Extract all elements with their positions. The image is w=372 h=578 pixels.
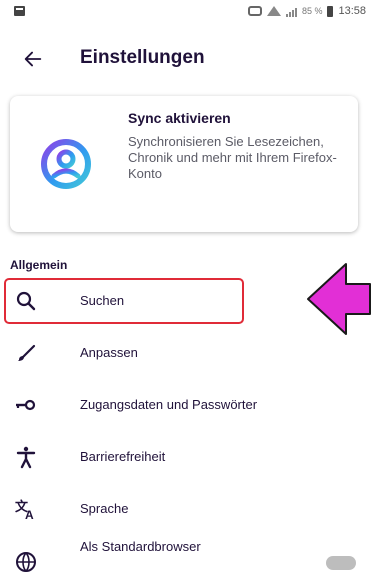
key-icon — [16, 399, 36, 411]
annotation-arrow-icon — [307, 263, 371, 335]
back-arrow-icon[interactable] — [22, 48, 44, 70]
status-bar: 85 % 13:58 — [0, 0, 372, 28]
sync-description: Synchronisieren Sie Lesezeichen, Chronik… — [128, 134, 337, 181]
settings-item-label: Als Standardbrowser — [80, 539, 201, 554]
battery-icon — [327, 5, 334, 17]
account-avatar-icon — [41, 139, 91, 189]
clock: 13:58 — [338, 5, 366, 17]
sync-title: Sync aktivieren — [128, 110, 231, 126]
battery-percent: 85 % — [301, 6, 323, 16]
globe-icon — [16, 552, 36, 572]
settings-item-label: Barrierefreiheit — [80, 449, 166, 464]
settings-item-accessibility[interactable]: Barrierefreiheit — [0, 435, 372, 479]
settings-item-label: Sprache — [80, 501, 129, 516]
notification-icon — [14, 6, 25, 16]
wifi-icon — [266, 6, 281, 16]
settings-item-logins[interactable]: Zugangsdaten und Passwörter — [0, 383, 372, 427]
vibrate-icon — [247, 6, 262, 16]
accessibility-icon — [16, 446, 36, 469]
page-title: Einstellungen — [80, 47, 205, 68]
section-label-general: Allgemein — [10, 258, 68, 272]
settings-item-default-browser[interactable]: Als Standardbrowser — [0, 534, 372, 578]
settings-item-customize[interactable]: Anpassen — [0, 331, 372, 375]
status-indicators: 85 % 13:58 — [247, 5, 366, 17]
search-icon — [16, 291, 36, 311]
default-browser-toggle[interactable] — [326, 556, 356, 570]
brush-icon — [18, 344, 36, 361]
app-bar: Einstellungen — [0, 34, 372, 82]
settings-item-label: Zugangsdaten und Passwörter — [80, 397, 258, 412]
settings-item-label: Anpassen — [80, 345, 138, 360]
svg-text:A: A — [25, 508, 34, 521]
settings-item-language[interactable]: 文 A Sprache — [0, 487, 372, 531]
translate-icon: 文 A — [15, 499, 34, 521]
signal-icon — [285, 6, 297, 17]
settings-item-label: Suchen — [80, 293, 125, 308]
sync-card[interactable]: Sync aktivieren Synchronisieren Sie Lese… — [10, 96, 358, 232]
